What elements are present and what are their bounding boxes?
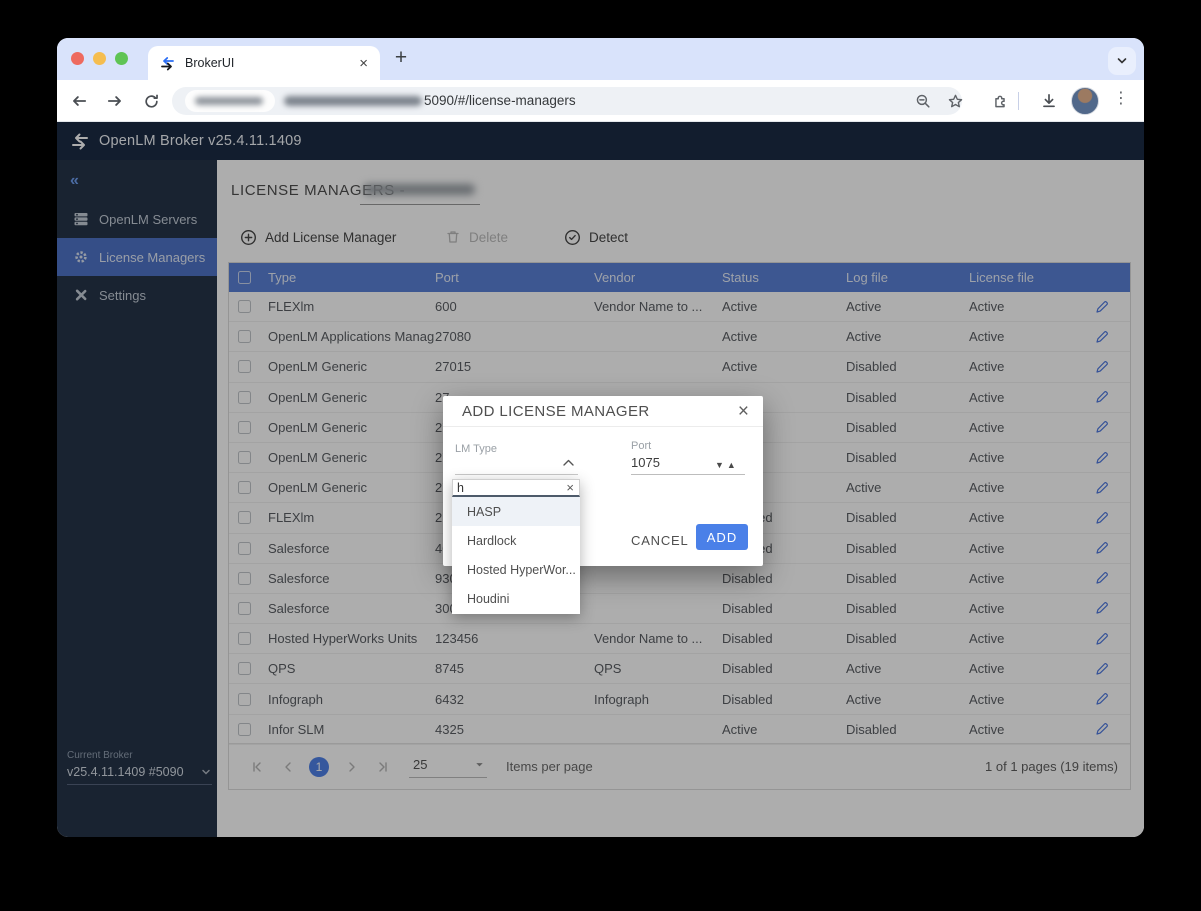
tab-search-button[interactable]	[1108, 47, 1136, 75]
bookmark-star-icon[interactable]	[944, 90, 966, 112]
back-button[interactable]	[65, 87, 93, 115]
lm-type-select[interactable]	[455, 474, 578, 475]
lm-type-label: LM Type	[455, 443, 497, 455]
dropdown-option-hasp[interactable]: HASP	[452, 497, 580, 526]
refresh-button[interactable]	[137, 87, 165, 115]
port-underline	[631, 474, 745, 475]
browser-menu-icon[interactable]: ⋮	[1113, 88, 1129, 108]
macos-zoom-button[interactable]	[115, 52, 128, 65]
browser-tab[interactable]: BrokerUI ×	[148, 46, 380, 80]
tab-strip: BrokerUI × +	[57, 38, 1144, 80]
extensions-puzzle-icon[interactable]	[989, 89, 1013, 113]
modal-title: ADD LICENSE MANAGER	[462, 403, 738, 420]
dropdown-option-hosted-hyperworks[interactable]: Hosted HyperWor...	[452, 556, 580, 585]
clear-search-icon[interactable]: ×	[566, 480, 574, 496]
tab-title: BrokerUI	[185, 56, 359, 70]
browser-window: BrokerUI × + 5090/#/license-managers	[57, 38, 1144, 837]
new-tab-button[interactable]: +	[387, 44, 415, 72]
chevron-up-icon[interactable]	[562, 458, 575, 467]
download-icon[interactable]	[1037, 89, 1061, 113]
browser-toolbar: 5090/#/license-managers ⋮	[57, 80, 1144, 122]
port-label: Port	[631, 440, 651, 452]
forward-button[interactable]	[101, 87, 129, 115]
modal-close-icon[interactable]: ×	[738, 402, 749, 421]
lm-type-dropdown: × HASP Hardlock Hosted HyperWor... Houdi…	[452, 479, 580, 614]
url-domain-redacted	[284, 96, 422, 106]
address-bar[interactable]: 5090/#/license-managers	[172, 87, 962, 115]
dropdown-option-houdini[interactable]: Houdini	[452, 585, 580, 614]
macos-close-button[interactable]	[71, 52, 84, 65]
dropdown-option-hardlock[interactable]: Hardlock	[452, 526, 580, 555]
profile-avatar[interactable]	[1071, 87, 1099, 115]
port-input[interactable]: 1075	[631, 455, 660, 470]
cancel-button[interactable]: CANCEL	[623, 527, 697, 554]
port-spinner[interactable]: ▼▲	[715, 460, 739, 470]
toolbar-divider	[1018, 92, 1019, 110]
favicon-openlm-icon	[160, 56, 175, 71]
url-text: 5090/#/license-managers	[424, 87, 576, 115]
tab-close-icon[interactable]: ×	[359, 55, 368, 72]
add-button[interactable]: ADD	[696, 524, 748, 550]
lm-type-search-input[interactable]	[457, 480, 557, 495]
chevron-down-icon	[1115, 54, 1129, 68]
macos-minimize-button[interactable]	[93, 52, 106, 65]
not-secure-badge-redacted	[185, 90, 275, 112]
zoom-icon[interactable]	[912, 90, 934, 112]
